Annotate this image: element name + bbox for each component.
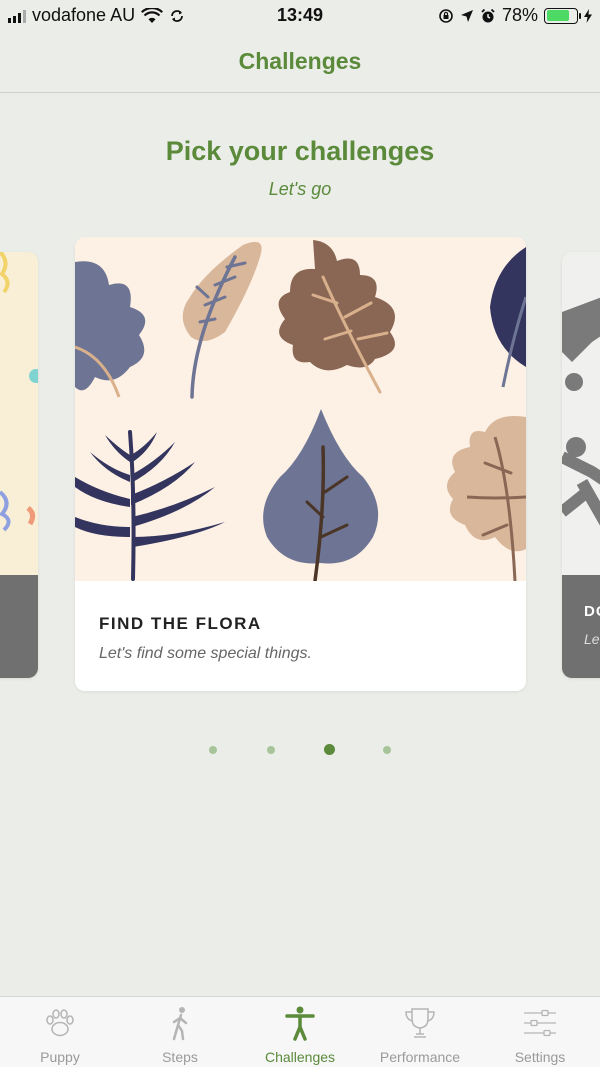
battery-icon: [544, 7, 581, 24]
challenge-card-find-the-flora[interactable]: FIND THE FLORA Let's find some special t…: [75, 237, 526, 691]
card-title-next: DO: [584, 603, 600, 620]
status-bar: vodafone AU 13:49 78%: [0, 0, 600, 32]
page-indicator[interactable]: [0, 743, 600, 757]
alarm-icon: [481, 8, 495, 22]
wifi-icon: [141, 7, 164, 23]
navigation-bar: Challenges: [0, 32, 600, 93]
rotation-lock-icon: [439, 8, 453, 23]
leaves-illustration: [75, 240, 526, 583]
card-subtitle-next: Le: [584, 631, 600, 647]
card-art-previous: [0, 252, 38, 532]
page-dot-4[interactable]: [383, 746, 391, 754]
sync-icon: [171, 9, 183, 22]
card-body: FIND THE FLORA Let's find some special t…: [75, 581, 526, 691]
walking-person-icon: [172, 1007, 188, 1041]
signal-icon: [8, 9, 26, 23]
location-icon: [460, 9, 473, 22]
page-dot-2[interactable]: [267, 746, 275, 754]
carrier-label: vodafone AU: [32, 5, 136, 25]
challenge-card-previous[interactable]: [0, 252, 38, 678]
tab-label-performance: Performance: [379, 1049, 461, 1065]
tab-bar: Puppy Steps Challenges Performance Setti…: [0, 996, 600, 1067]
tab-performance[interactable]: Performance: [360, 997, 480, 1067]
card-subtitle: Let's find some special things.: [99, 645, 312, 662]
tab-label-challenges: Challenges: [264, 1049, 336, 1065]
card-footer-previous: [0, 575, 38, 678]
challenge-card-next[interactable]: DO Le: [562, 252, 600, 678]
tab-label-puppy: Puppy: [40, 1049, 80, 1065]
card-art: [75, 237, 526, 583]
status-right: 78%: [438, 5, 592, 26]
person-arms-out-icon: [285, 1006, 315, 1041]
tab-settings[interactable]: Settings: [480, 997, 600, 1067]
paw-icon: [46, 1009, 74, 1037]
status-left: vodafone AU: [8, 5, 185, 26]
page-dot-1[interactable]: [209, 746, 217, 754]
trophy-icon: [405, 1008, 435, 1038]
nav-title: Challenges: [238, 48, 362, 74]
card-art-next: [562, 297, 600, 526]
tab-challenges[interactable]: Challenges: [240, 997, 360, 1067]
page-title: Pick your challenges: [165, 136, 435, 166]
tab-steps[interactable]: Steps: [120, 997, 240, 1067]
tab-puppy[interactable]: Puppy: [0, 997, 120, 1067]
card-title: FIND THE FLORA: [99, 614, 262, 633]
sliders-icon: [524, 1009, 556, 1037]
challenges-heading: Pick your challenges Let's go: [0, 136, 600, 200]
tab-label-settings: Settings: [514, 1049, 566, 1065]
battery-percent: 78%: [501, 5, 538, 25]
charging-bolt-icon: [584, 8, 592, 23]
tab-label-steps: Steps: [162, 1049, 198, 1065]
page-subtitle: Let's go: [268, 179, 332, 199]
card-footer-next: DO Le: [562, 575, 600, 678]
page-dot-3-active[interactable]: [324, 744, 335, 755]
